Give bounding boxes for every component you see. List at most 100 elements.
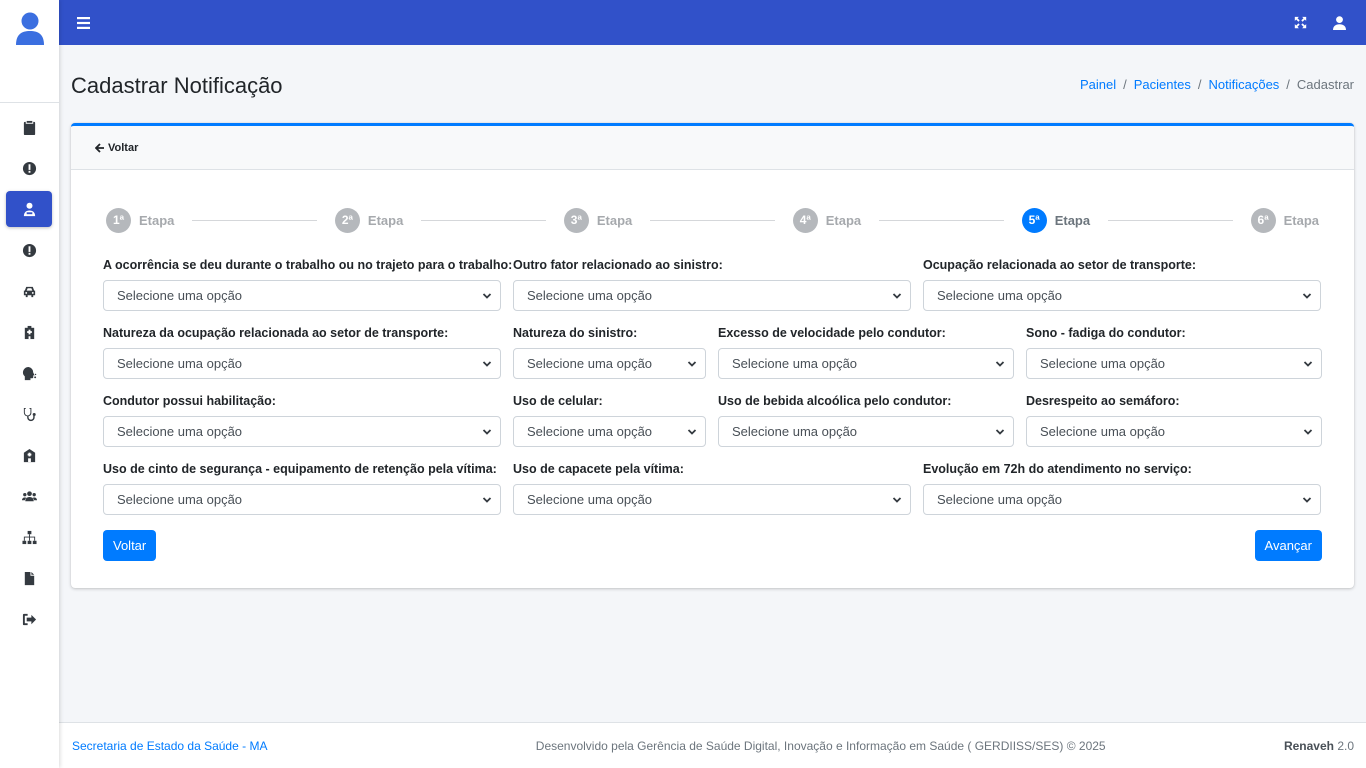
field-label: Ocupação relacionada ao setor de transpo… [923,258,1196,272]
select-value: Selecione uma opção [527,424,653,439]
alert-circle-icon [22,161,36,175]
celular-select[interactable]: Selecione uma opção [513,416,706,447]
form-actions: Voltar Avançar [103,530,1322,561]
sidebar-item-usuarios[interactable] [6,478,52,514]
field-label: Natureza do sinistro: [513,326,638,340]
sign-out-icon [22,613,36,625]
breadcrumb-painel[interactable]: Painel [1080,77,1116,92]
field-bebida: Uso de bebida alcoólica pelo condutor: S… [718,394,1014,447]
breadcrumb-cadastrar: Cadastrar [1296,76,1354,92]
file-icon [24,571,34,585]
step-5[interactable]: 5ª Etapa [1021,207,1090,233]
select-value: Selecione uma opção [732,424,858,439]
chevron-down-icon [687,360,697,367]
sono-fadiga-select[interactable]: Selecione uma opção [1026,348,1322,379]
step-label: Etapa [1283,212,1320,228]
sidebar-item-sair[interactable] [6,601,52,637]
natureza-sinistro-select[interactable]: Selecione uma opção [513,348,706,379]
field-label: Sono - fadiga do condutor: [1026,326,1186,340]
step-label: Etapa [825,212,862,228]
step-2[interactable]: 2ª Etapa [334,207,403,233]
bars-icon [77,16,90,29]
step-4[interactable]: 4ª Etapa [792,207,862,233]
step-connector [879,219,1004,221]
field-label: Desrespeito ao semáforo: [1026,394,1180,408]
ocupacao-transporte-select[interactable]: Selecione uma opção [923,280,1321,311]
outro-fator-select[interactable]: Selecione uma opção [513,280,911,311]
cinto-select[interactable]: Selecione uma opção [103,484,501,515]
notification-form-card: Voltar 1ª Etapa 2ª Etapa 3ª Etapa 4ª Eta… [71,123,1354,588]
back-link-label: Voltar [108,141,139,154]
step-3[interactable]: 3ª Etapa [563,207,632,233]
chevron-down-icon [482,360,492,367]
step-1[interactable]: 1ª Etapa [106,207,174,233]
step-number: 2ª [334,207,360,233]
step-6[interactable]: 6ª Etapa [1250,207,1320,233]
card-header: Voltar [71,126,1354,170]
avancar-button[interactable]: Avançar [1254,530,1322,561]
stepper: 1ª Etapa 2ª Etapa 3ª Etapa 4ª Etapa 5ª E… [103,202,1322,238]
step-number: 5ª [1021,207,1047,233]
field-celular: Uso de celular: Selecione uma opção [513,394,706,447]
sidebar-item-clipboard[interactable] [6,109,52,145]
step-number: 6ª [1250,207,1276,233]
sidebar-item-alert[interactable] [6,150,52,186]
form-row: Natureza da ocupação relacionada ao seto… [103,326,1322,379]
sidebar-item-relatorios[interactable] [6,560,52,596]
back-link[interactable]: Voltar [95,142,138,154]
field-excesso-velocidade: Excesso de velocidade pelo condutor: Sel… [718,326,1014,379]
content-header: Cadastrar Notificação Painel / Pacientes… [59,45,1366,123]
topbar [59,0,1366,45]
step-connector [421,219,546,221]
breadcrumb-notificacoes[interactable]: Notificações [1208,77,1279,92]
field-label: Uso de bebida alcoólica pelo condutor: [718,394,952,408]
sidebar-item-hospital[interactable] [6,314,52,350]
semaforo-select[interactable]: Selecione uma opção [1026,416,1322,447]
evolucao-select[interactable]: Selecione uma opção [923,484,1321,515]
fullscreen-button[interactable] [1294,16,1307,29]
sidebar-item-estrutura[interactable] [6,519,52,555]
habilitacao-select[interactable]: Selecione uma opção [103,416,501,447]
chevron-down-icon [995,428,1005,435]
field-habilitacao: Condutor possui habilitação: Selecione u… [103,394,501,447]
field-outro-fator: Outro fator relacionado ao sinistro: Sel… [513,258,911,311]
voltar-button[interactable]: Voltar [103,530,157,561]
sidebar-nav [0,109,59,637]
sidebar-item-doencas[interactable] [6,355,52,391]
natureza-ocupacao-select[interactable]: Selecione uma opção [103,348,501,379]
footer: Secretaria de Estado da Saúde - MA Desen… [59,722,1366,768]
breadcrumb-separator: / [1286,76,1290,92]
page-title: Cadastrar Notificação [71,73,283,98]
alert-circle-icon [22,243,36,257]
bebida-select[interactable]: Selecione uma opção [718,416,1014,447]
chevron-down-icon [1302,292,1312,299]
step-number: 3ª [563,207,589,233]
chevron-down-icon [892,292,902,299]
chevron-down-icon [892,496,902,503]
footer-org-link[interactable]: Secretaria de Estado da Saúde - MA [72,739,267,753]
capacete-select[interactable]: Selecione uma opção [513,484,911,515]
user-icon [1333,15,1346,30]
field-label: Evolução em 72h do atendimento no serviç… [923,462,1192,476]
step-connector [650,219,775,221]
clipboard-icon [23,120,35,135]
step-number: 1ª [106,207,131,233]
sidebar-item-pacientes[interactable] [6,191,52,227]
avatar[interactable] [15,12,44,45]
sidebar-item-veiculos[interactable] [6,273,52,309]
user-menu-button[interactable] [1333,15,1346,30]
chevron-down-icon [482,496,492,503]
excesso-velocidade-select[interactable]: Selecione uma opção [718,348,1014,379]
sidebar-item-atendimento[interactable] [6,396,52,432]
hospital-icon [24,325,34,339]
menu-toggle-button[interactable] [77,16,90,29]
field-natureza-ocupacao: Natureza da ocupação relacionada ao seto… [103,326,501,379]
sidebar-item-unidades[interactable] [6,437,52,473]
sidebar-item-alert-2[interactable] [6,232,52,268]
head-virus-icon [22,366,36,380]
card-body: 1ª Etapa 2ª Etapa 3ª Etapa 4ª Etapa 5ª E… [71,202,1354,561]
breadcrumb-pacientes[interactable]: Pacientes [1134,77,1191,92]
footer-version: Renaveh 2.0 [1284,739,1354,753]
ocorrencia-trabalho-select[interactable]: Selecione uma opção [103,280,501,311]
field-label: Uso de cinto de segurança - equipamento … [103,462,497,476]
